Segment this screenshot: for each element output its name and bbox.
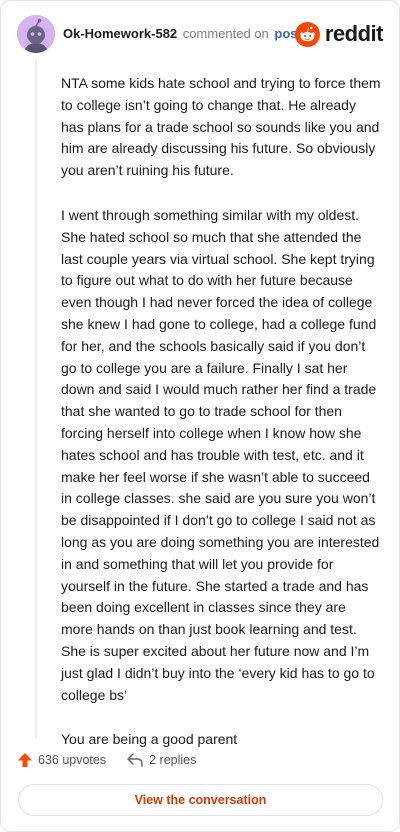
reddit-wordmark: reddit [324, 21, 384, 46]
username-link[interactable]: Ok-Homework-582 [63, 26, 177, 41]
replies-count: 2 replies [149, 753, 197, 767]
thread-line[interactable] [35, 59, 37, 739]
upvote-arrow-icon [18, 753, 32, 767]
comment-meta: Ok-Homework-582 commented on post [63, 26, 302, 41]
comment-card: Ok-Homework-582 commented on post reddit… [0, 0, 400, 832]
comment-body: NTA some kids hate school and trying to … [61, 73, 381, 774]
comment-header: Ok-Homework-582 commented on post reddit [17, 15, 384, 55]
view-conversation-button[interactable]: View the conversation [18, 784, 383, 816]
replies-button[interactable]: 2 replies [126, 752, 196, 768]
user-avatar[interactable] [17, 15, 55, 53]
comment-paragraph: I went through something similar with my… [61, 206, 380, 703]
comment-paragraph: You are being a good parent [61, 731, 238, 748]
upvote-button[interactable]: 636 upvotes [17, 752, 106, 768]
upvote-count: 636 upvotes [38, 753, 107, 767]
comment-paragraph: NTA some kids hate school and trying to … [61, 75, 381, 179]
reddit-brand[interactable]: reddit [294, 18, 384, 50]
comment-actions: 636 upvotes 2 replies [17, 749, 196, 771]
reply-arrow-icon [127, 753, 143, 767]
reddit-logo-icon [294, 21, 320, 47]
snoo-avatar-icon [17, 15, 55, 53]
commented-on-label: commented on [182, 26, 269, 41]
